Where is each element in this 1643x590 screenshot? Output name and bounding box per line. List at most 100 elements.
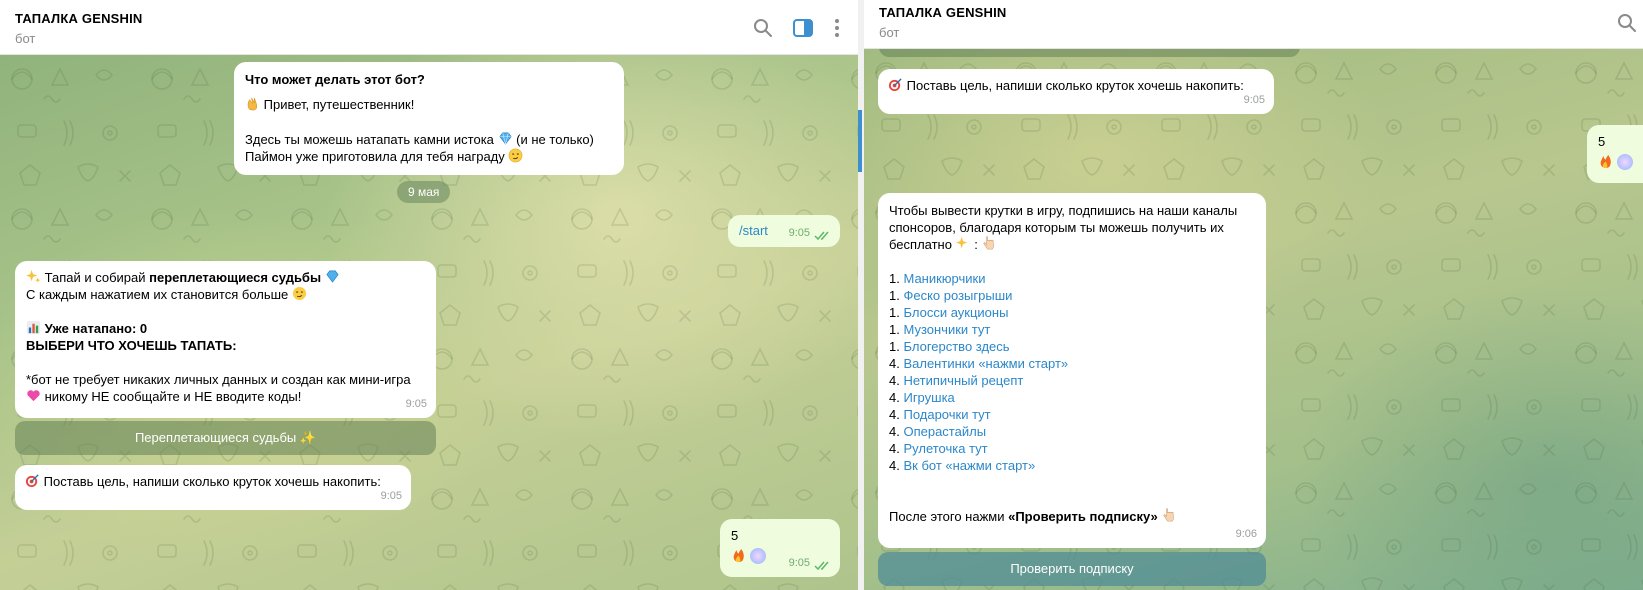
search-icon[interactable] — [752, 17, 774, 39]
tap-growth-text: С каждым нажатием их становится больше — [26, 287, 289, 302]
sparkles-icon — [955, 236, 967, 249]
item-number: 1. — [889, 271, 900, 286]
sponsor-item[interactable]: 4. Валентинки «нажми старт» — [889, 355, 1255, 372]
item-number: 4. — [889, 390, 900, 405]
sponsor-link[interactable]: Феско розыгрыши — [903, 288, 1012, 303]
sponsor-link[interactable]: Валентинки «нажми старт» — [903, 356, 1068, 371]
sponsor-link[interactable]: Операстайлы — [903, 424, 986, 439]
sparkles-icon — [26, 269, 41, 283]
bot-description-card: Что может делать этот бот? Привет, путеш… — [234, 62, 624, 175]
item-number: 4. — [889, 458, 900, 473]
target-icon — [25, 474, 39, 488]
reward-line: Паймон уже приготовила для тебя награду — [245, 149, 505, 164]
target-icon — [888, 78, 902, 92]
fates-button[interactable]: Переплетающиеся судьбы ✨ — [15, 421, 436, 455]
sponsors-list: 1. Маникюрчики 1. Феско розыгрыши 1. Бло… — [889, 270, 1255, 474]
chat-pane-left: ТАПАЛКА GENSHIN бот Что может делать это… — [0, 0, 858, 590]
reaction-avatar[interactable] — [1616, 154, 1633, 170]
reply-text: 5 — [731, 528, 739, 543]
reaction-avatar[interactable] — [749, 548, 766, 564]
heart-icon — [27, 390, 40, 402]
item-number: 1. — [889, 288, 900, 303]
wave-emoji-icon — [247, 97, 258, 111]
description-line-tail: (и не только) — [516, 132, 594, 147]
sponsor-link[interactable]: Вк бот «нажми старт» — [903, 458, 1035, 473]
sponsor-item[interactable]: 1. Блогерство здесь — [889, 338, 1255, 355]
smirk-emoji-icon — [509, 148, 523, 163]
sponsor-link[interactable]: Блосси аукционы — [903, 305, 1008, 320]
item-number: 4. — [889, 373, 900, 388]
gem-icon — [498, 132, 512, 145]
chat-area[interactable]: Поставь цель, напиши сколько круток хоче… — [864, 45, 1643, 590]
item-number: 1. — [889, 339, 900, 354]
sponsor-item[interactable]: 1. Феско розыгрыши — [889, 287, 1255, 304]
sponsor-link[interactable]: Маникюрчики — [903, 271, 985, 286]
sponsors-message: Чтобы вывести крутки в игру, подпишись н… — [878, 193, 1266, 548]
goal-text: Поставь цель, напиши сколько круток хоче… — [43, 474, 381, 489]
sponsors-intro-line: Чтобы вывести крутки в игру, подпишись н… — [889, 203, 1238, 218]
sponsor-link[interactable]: Блогерство здесь — [903, 339, 1009, 354]
search-icon[interactable] — [1616, 12, 1638, 34]
item-number: 4. — [889, 407, 900, 422]
date-separator: 9 мая — [397, 181, 451, 203]
outgoing-reply: 5 — [1587, 125, 1643, 183]
goal-message: Поставь цель, напиши сколько круток хоче… — [15, 465, 411, 510]
sponsor-item[interactable]: 4. Операстайлы — [889, 423, 1255, 440]
sidebar-toggle-icon[interactable] — [792, 17, 814, 39]
sponsor-item[interactable]: 4. Подарочки тут — [889, 406, 1255, 423]
fire-icon — [1600, 154, 1611, 169]
outgoing-message[interactable]: /start 9:05 — [728, 215, 840, 247]
item-number: 4. — [889, 441, 900, 456]
sponsor-item[interactable]: 4. Рулеточка тут — [889, 440, 1255, 457]
start-command-link[interactable]: /start — [739, 223, 768, 238]
smirk-emoji-icon — [292, 286, 306, 301]
choose-prompt: ВЫБЕРИ ЧТО ХОЧЕШЬ ТАПАТЬ: — [26, 338, 237, 353]
tap-intro-text: Тапай и собирай — [44, 270, 150, 285]
message-time: 9:05 — [788, 227, 810, 239]
chat-pane-right: ТАПАЛКА GENSHIN бот Поставь цель, напиши… — [864, 0, 1643, 590]
sponsor-item[interactable]: 4. Нетипичный рецепт — [889, 372, 1255, 389]
fire-icon — [733, 548, 744, 563]
chat-title[interactable]: ТАПАЛКА GENSHIN — [879, 5, 1007, 20]
outgoing-reply: 5 9:05 — [720, 519, 840, 577]
chat-area[interactable]: Что может делать этот бот? Привет, путеш… — [0, 55, 858, 590]
sponsors-intro-line: бесплатно — [889, 237, 952, 252]
sponsor-link[interactable]: Музончики тут — [903, 322, 990, 337]
warning-text: никому НЕ сообщайте и НЕ вводите коды! — [44, 389, 302, 404]
message-time: 9:05 — [405, 398, 427, 410]
double-check-icon — [814, 561, 829, 571]
description-line: Здесь ты можешь натапать камни истока — [245, 132, 494, 147]
fates-text: переплетающиеся судьбы — [149, 270, 322, 285]
pane-divider-accent — [858, 110, 862, 172]
message-time: 9:05 — [380, 490, 402, 502]
chat-subtitle: бот — [879, 25, 900, 40]
sponsor-link[interactable]: Рулеточка тут — [903, 441, 987, 456]
chart-icon — [26, 320, 41, 335]
chat-subtitle: бот — [15, 31, 36, 46]
double-check-icon — [814, 231, 829, 241]
chat-title[interactable]: ТАПАЛКА GENSHIN — [15, 11, 143, 26]
tap-counter: Уже натапано: 0 — [44, 321, 148, 336]
sponsor-item[interactable]: 4. Вк бот «нажми старт» — [889, 457, 1255, 474]
message-time: 9:06 — [1235, 528, 1257, 540]
more-vertical-icon[interactable] — [826, 17, 848, 39]
sponsor-item[interactable]: 1. Музончики тут — [889, 321, 1255, 338]
check-subscription-button[interactable]: Проверить подписку — [878, 552, 1266, 586]
sponsor-item[interactable]: 4. Игрушка — [889, 389, 1255, 406]
sponsor-item[interactable]: 1. Маникюрчики — [889, 270, 1255, 287]
tap-game-message: Тапай и собирай переплетающиеся судьбы С… — [15, 261, 436, 418]
after-subscribe-text: После этого нажми — [889, 509, 1009, 524]
chat-header: ТАПАЛКА GENSHIN бот — [0, 0, 858, 55]
goal-message: Поставь цель, напиши сколько круток хоче… — [878, 69, 1274, 114]
sponsor-link[interactable]: Нетипичный рецепт — [903, 373, 1023, 388]
chat-header: ТАПАЛКА GENSHIN бот — [864, 0, 1643, 49]
sponsor-link[interactable]: Игрушка — [903, 390, 954, 405]
check-subscription-hint: «Проверить подписку» — [1008, 509, 1158, 524]
sponsor-link[interactable]: Подарочки тут — [903, 407, 990, 422]
sponsor-item[interactable]: 1. Блосси аукционы — [889, 304, 1255, 321]
greeting-text: Привет, путешественник! — [263, 97, 415, 112]
item-number: 1. — [889, 305, 900, 320]
item-number: 4. — [889, 356, 900, 371]
item-number: 4. — [889, 424, 900, 439]
disclaimer-text: *бот не требует никаких личных данных и … — [26, 372, 411, 387]
